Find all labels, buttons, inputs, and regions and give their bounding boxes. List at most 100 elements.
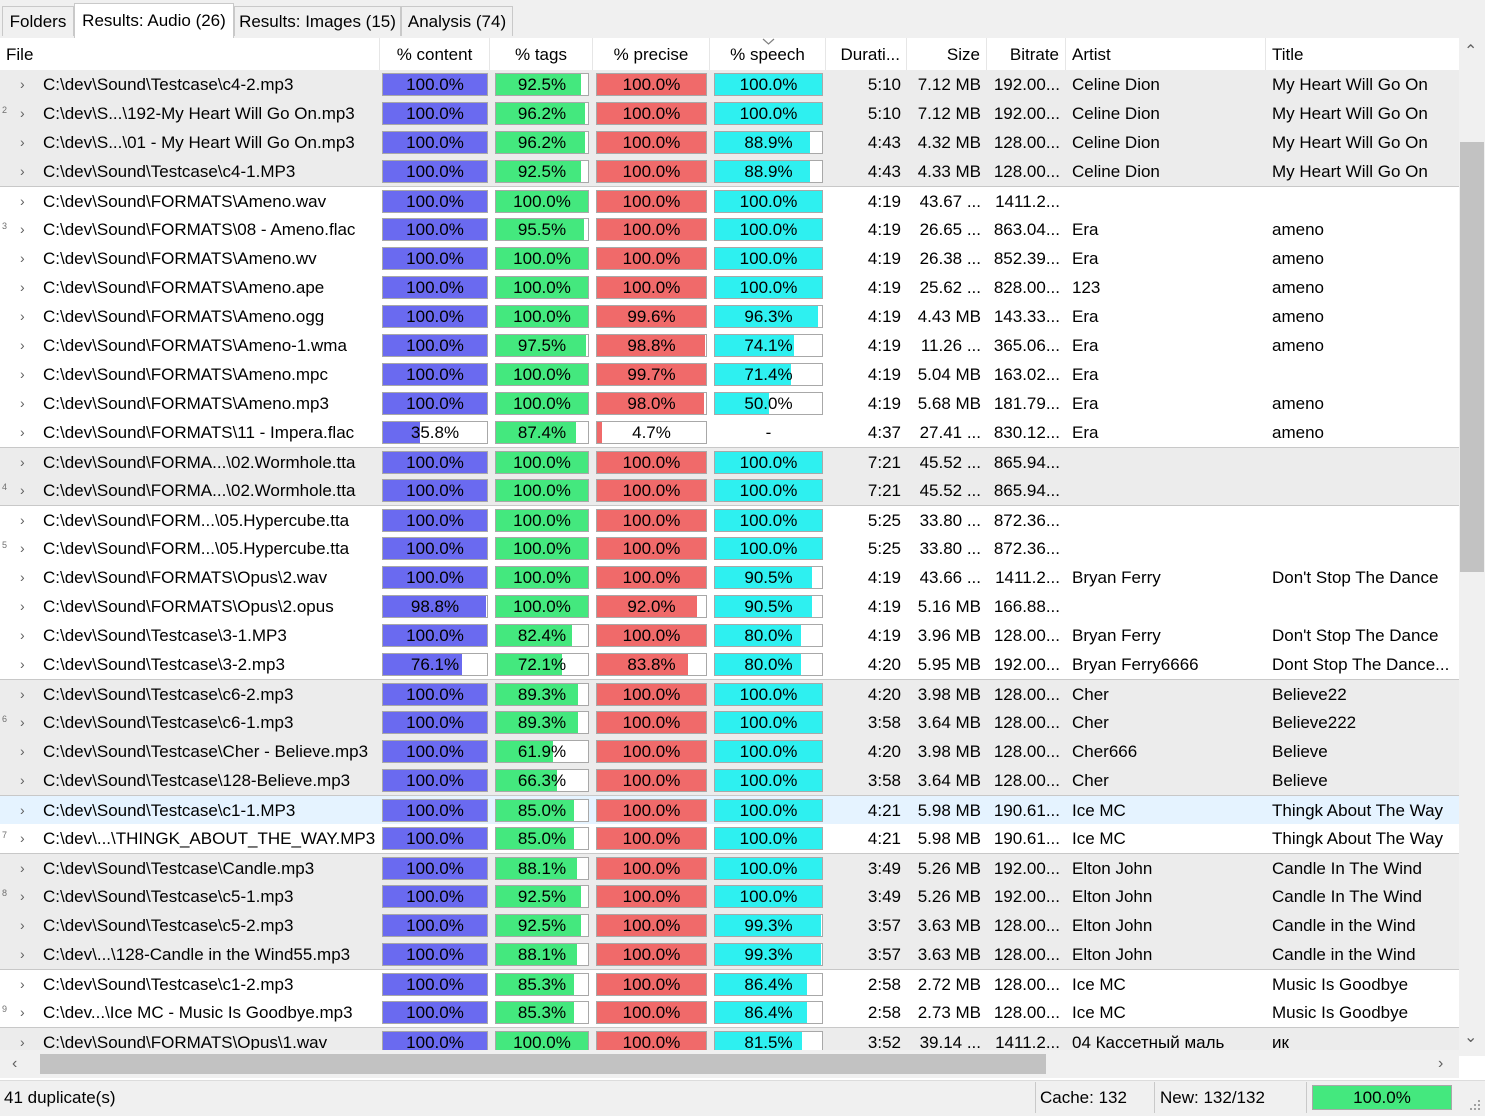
expand-chevron-icon[interactable]: › (20, 708, 32, 737)
expand-chevron-icon[interactable]: › (20, 940, 32, 969)
group-number: 5 (2, 540, 8, 550)
table-row[interactable]: 9 › C:\dev...\Ice MC - Music Is Goodbye.mp… (0, 998, 1459, 1027)
tab-bar: Folders Results: Audio (26) Results: Ima… (0, 0, 1485, 38)
speech-bar: 90.5% (714, 595, 823, 618)
tab-analysis[interactable]: Analysis (74) (401, 6, 513, 36)
expand-chevron-icon[interactable]: › (20, 128, 32, 157)
column-header-size[interactable]: Size (907, 38, 987, 70)
expand-chevron-icon[interactable]: › (20, 418, 32, 447)
table-row[interactable]: › C:\dev\Sound\Testcase\Cher - Believe.mp… (0, 737, 1459, 766)
table-row[interactable]: 4 › C:\dev\Sound\FORMA...\02.Wormhole.tta 1… (0, 476, 1459, 505)
expand-chevron-icon[interactable]: › (20, 650, 32, 679)
expand-chevron-icon[interactable]: › (20, 882, 32, 911)
bitrate-cell: 190.61... (993, 829, 1060, 848)
column-header-duration[interactable]: Durati... (826, 38, 907, 70)
content-bar-text: 76.1% (410, 655, 460, 674)
table-row[interactable]: › C:\dev\Sound\Testcase\3-2.mp3 76.1% 72.1%… (0, 650, 1459, 679)
content-bar: 100.0% (382, 683, 488, 706)
precise-bar-text: 100.0% (622, 249, 681, 268)
precise-bar-text: 100.0% (622, 887, 681, 906)
table-row[interactable]: › C:\dev\Sound\FORMATS\Opus\2.wav 100.0% 10… (0, 563, 1459, 592)
expand-chevron-icon[interactable]: › (20, 187, 32, 216)
table-row[interactable]: 3 › C:\dev\Sound\FORMATS\08 - Ameno.flac 10… (0, 215, 1459, 244)
column-header-file[interactable]: File (0, 38, 380, 70)
expand-chevron-icon[interactable]: › (20, 99, 32, 128)
column-header-precise[interactable]: % precise (593, 38, 710, 70)
expand-chevron-icon[interactable]: › (20, 592, 32, 621)
table-row[interactable]: 5 › C:\dev\Sound\FORM...\05.Hypercube.tta 1… (0, 534, 1459, 563)
expand-chevron-icon[interactable]: › (20, 331, 32, 360)
scroll-left-icon[interactable]: ‹ (12, 1056, 17, 1072)
expand-chevron-icon[interactable]: › (20, 911, 32, 940)
expand-chevron-icon[interactable]: › (20, 389, 32, 418)
expand-chevron-icon[interactable]: › (20, 563, 32, 592)
expand-chevron-icon[interactable]: › (20, 824, 32, 853)
table-row[interactable]: › C:\dev\Sound\FORM...\05.Hypercube.tta 10… (0, 505, 1459, 535)
table-row[interactable]: › C:\dev\Sound\FORMATS\Ameno.mpc 100.0% 100… (0, 360, 1459, 389)
expand-chevron-icon[interactable]: › (20, 244, 32, 273)
table-row[interactable]: › C:\dev\Sound\FORMA...\02.Wormhole.tta 10… (0, 447, 1459, 477)
expand-chevron-icon[interactable]: › (20, 854, 32, 883)
column-header-bitrate[interactable]: Bitrate (987, 38, 1066, 70)
expand-chevron-icon[interactable]: › (20, 157, 32, 186)
column-header-content[interactable]: % content (380, 38, 490, 70)
expand-chevron-icon[interactable]: › (20, 680, 32, 709)
table-row[interactable]: › C:\dev\Sound\Testcase\c1-1.MP3 100.0% 85.… (0, 795, 1459, 825)
expand-chevron-icon[interactable]: › (20, 766, 32, 795)
expand-chevron-icon[interactable]: › (20, 534, 32, 563)
file-path-cell: C:\dev\Sound\Testcase\3-1.MP3 (43, 626, 287, 645)
scroll-down-icon[interactable]: ⌄ (1464, 1030, 1477, 1046)
resize-grip-icon[interactable] (1466, 1096, 1482, 1112)
table-row[interactable]: › C:\dev\Sound\FORMATS\Ameno.wv 100.0% 100.… (0, 244, 1459, 273)
table-row[interactable]: › C:\dev\Sound\Testcase\c1-2.mp3 100.0% 85.… (0, 969, 1459, 999)
tab-results-images[interactable]: Results: Images (15) (234, 6, 401, 36)
table-row[interactable]: › C:\dev\Sound\Testcase\c4-2.mp3 100.0% 92.… (0, 70, 1459, 99)
file-path-cell: C:\dev\S...\192-My Heart Will Go On.mp3 (43, 104, 355, 123)
expand-chevron-icon[interactable]: › (20, 796, 32, 825)
expand-chevron-icon[interactable]: › (20, 70, 32, 99)
expand-chevron-icon[interactable]: › (20, 273, 32, 302)
expand-chevron-icon[interactable]: › (20, 302, 32, 331)
column-header-title[interactable]: Title (1266, 38, 1459, 70)
table-row[interactable]: › C:\dev\Sound\FORMATS\Ameno.mp3 100.0% 100… (0, 389, 1459, 418)
tags-bar: 100.0% (495, 305, 589, 328)
table-row[interactable]: › C:\dev\Sound\FORMATS\Ameno.ape 100.0% 100… (0, 273, 1459, 302)
expand-chevron-icon[interactable]: › (20, 506, 32, 535)
expand-chevron-icon[interactable]: › (20, 621, 32, 650)
precise-bar-text: 100.0% (622, 220, 681, 239)
artist-cell: Era (1072, 249, 1099, 268)
expand-chevron-icon[interactable]: › (20, 476, 32, 505)
scroll-right-icon[interactable]: › (1438, 1056, 1443, 1072)
expand-chevron-icon[interactable]: › (20, 360, 32, 389)
expand-chevron-icon[interactable]: › (20, 998, 32, 1027)
table-row[interactable]: › C:\dev\Sound\FORMATS\Opus\2.opus 98.8% 10… (0, 592, 1459, 621)
expand-chevron-icon[interactable]: › (20, 448, 32, 477)
scroll-up-icon[interactable]: ⌃ (1464, 44, 1477, 60)
tab-results-audio[interactable]: Results: Audio (26) (74, 3, 234, 38)
table-row[interactable]: 7 › C:\dev\...\THINGK_ABOUT_THE_WAY.MP3 100… (0, 824, 1459, 853)
horizontal-scroll-thumb[interactable] (40, 1054, 1046, 1074)
table-row[interactable]: 2 › C:\dev\S...\192-My Heart Will Go On.mp… (0, 99, 1459, 128)
table-row[interactable]: › C:\dev\Sound\FORMATS\Ameno-1.wma 100.0% 9… (0, 331, 1459, 360)
table-row[interactable]: › C:\dev\Sound\FORMATS\11 - Impera.flac 35… (0, 418, 1459, 447)
vertical-scroll-thumb[interactable] (1460, 142, 1484, 572)
tab-folders[interactable]: Folders (2, 6, 74, 36)
table-row[interactable]: › C:\dev\S...\01 - My Heart Will Go On.mp… (0, 128, 1459, 157)
table-row[interactable]: › C:\dev\Sound\Testcase\128-Believe.mp3 10… (0, 766, 1459, 795)
table-row[interactable]: › C:\dev\Sound\FORMATS\Ameno.wav 100.0% 100… (0, 186, 1459, 216)
table-row[interactable]: › C:\dev\Sound\Testcase\c6-2.mp3 100.0% 89.… (0, 679, 1459, 709)
table-row[interactable]: › C:\dev\Sound\Testcase\3-1.MP3 100.0% 82.4… (0, 621, 1459, 650)
table-row[interactable]: 6 › C:\dev\Sound\Testcase\c6-1.mp3 100.0% 89… (0, 708, 1459, 737)
table-row[interactable]: › C:\dev\Sound\FORMATS\Ameno.ogg 100.0% 100… (0, 302, 1459, 331)
table-row[interactable]: › C:\dev\Sound\Testcase\c5-2.mp3 100.0% 92.… (0, 911, 1459, 940)
title-cell: Music Is Goodbye (1272, 975, 1409, 994)
table-row[interactable]: › C:\dev\Sound\Testcase\c4-1.MP3 100.0% 92.… (0, 157, 1459, 186)
column-header-artist[interactable]: Artist (1066, 38, 1266, 70)
expand-chevron-icon[interactable]: › (20, 215, 32, 244)
expand-chevron-icon[interactable]: › (20, 737, 32, 766)
expand-chevron-icon[interactable]: › (20, 970, 32, 999)
table-row[interactable]: › C:\dev\...\128-Candle in the Wind55.mp3… (0, 940, 1459, 969)
table-row[interactable]: › C:\dev\Sound\Testcase\Candle.mp3 100.0% 8… (0, 853, 1459, 883)
table-row[interactable]: 8 › C:\dev\Sound\Testcase\c5-1.mp3 100.0% 92… (0, 882, 1459, 911)
column-header-tags[interactable]: % tags (490, 38, 593, 70)
